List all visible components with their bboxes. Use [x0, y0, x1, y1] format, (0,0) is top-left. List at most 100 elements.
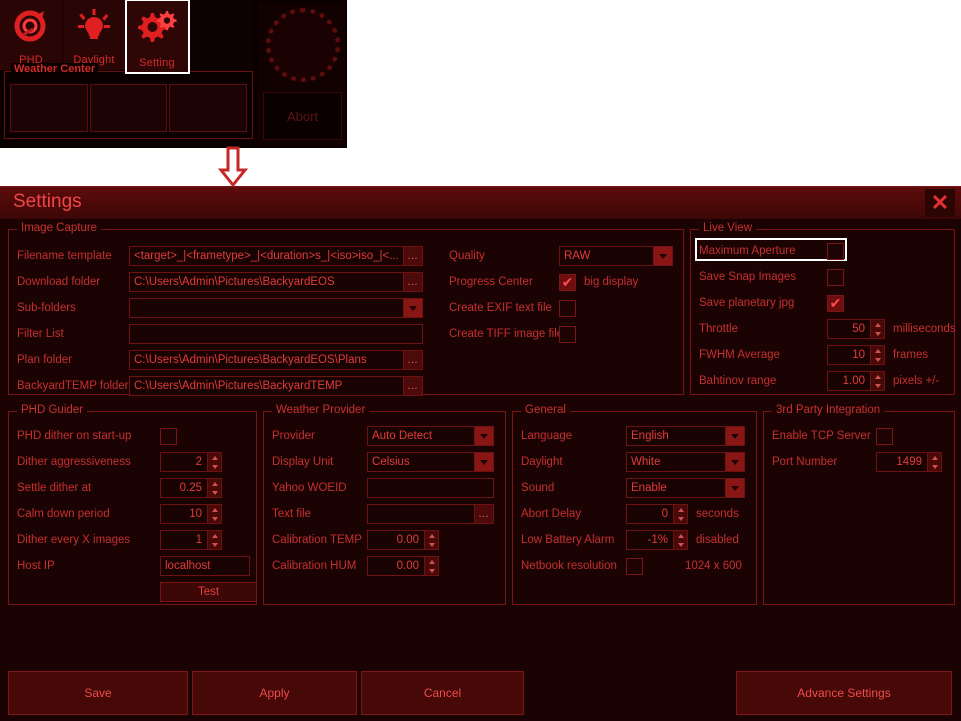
apply-button[interactable]: Apply [192, 671, 357, 715]
provider-chevron-down-icon[interactable] [475, 426, 494, 446]
toolbar-button-row: PHD Daylight Setting [0, 0, 255, 74]
save-button[interactable]: Save [8, 671, 188, 715]
row-phd-dither-startup: PHD dither on start-up [17, 426, 177, 446]
row-quality: Quality RAW [449, 246, 673, 266]
settle-dither-stepper[interactable] [208, 478, 222, 498]
phd-guiding-icon [0, 6, 62, 46]
toolbar-button-blank[interactable] [189, 0, 252, 70]
backyardtemp-folder-label: BackyardTEMP folder [17, 380, 129, 392]
settle-dither-input[interactable]: 0.25 [160, 478, 208, 498]
row-bahtinov-range: Bahtinov range 1.00 pixels +/- [699, 371, 939, 391]
netbook-resolution-label: Netbook resolution [521, 560, 617, 572]
maximum-aperture-checkbox[interactable] [827, 242, 844, 260]
focus-dial[interactable] [266, 8, 340, 82]
bahtinov-range-stepper[interactable] [871, 371, 885, 391]
netbook-resolution-checkbox[interactable] [626, 557, 643, 575]
enable-tcp-server-checkbox[interactable] [876, 427, 893, 445]
quality-chevron-down-icon[interactable] [654, 246, 673, 266]
netbook-resolution-value-label: 1024 x 600 [685, 560, 742, 572]
calibration-hum-input[interactable]: 0.00 [367, 556, 425, 576]
advance-settings-button[interactable]: Advance Settings [736, 671, 952, 715]
provider-select[interactable]: Auto Detect [367, 426, 475, 446]
plan-folder-browse-button[interactable]: … [404, 350, 423, 370]
calm-down-period-input[interactable]: 10 [160, 504, 208, 524]
text-file-browse-button[interactable]: … [475, 504, 494, 524]
filename-template-browse-button[interactable]: … [404, 246, 423, 266]
port-number-input[interactable]: 1499 [876, 452, 928, 472]
throttle-stepper[interactable] [871, 319, 885, 339]
sound-select[interactable]: Enable [626, 478, 726, 498]
settle-dither-label: Settle dither at [17, 482, 92, 494]
language-chevron-down-icon[interactable] [726, 426, 745, 446]
live-view-title: Live View [699, 222, 757, 234]
text-file-label: Text file [272, 508, 311, 520]
text-file-input[interactable] [367, 504, 475, 524]
backyardtemp-folder-browse-button[interactable]: … [404, 376, 423, 396]
dither-aggressiveness-input[interactable]: 2 [160, 452, 208, 472]
calm-down-period-stepper[interactable] [208, 504, 222, 524]
sound-chevron-down-icon[interactable] [726, 478, 745, 498]
calibration-temp-input[interactable]: 0.00 [367, 530, 425, 550]
fwhm-average-stepper[interactable] [871, 345, 885, 365]
daylight-select[interactable]: White [626, 452, 726, 472]
toolbar-button-phd[interactable]: PHD [0, 0, 63, 70]
create-tiff-checkbox[interactable] [559, 325, 576, 343]
weather-center-cell [10, 84, 88, 132]
daylight-chevron-down-icon[interactable] [726, 452, 745, 472]
throttle-label: Throttle [699, 323, 738, 335]
phd-guider-title: PHD Guider [17, 404, 87, 416]
yahoo-woeid-input[interactable] [367, 478, 494, 498]
dither-every-x-stepper[interactable] [208, 530, 222, 550]
fwhm-average-input[interactable]: 10 [827, 345, 871, 365]
port-number-stepper[interactable] [928, 452, 942, 472]
toolbar-button-setting[interactable]: Setting [125, 0, 190, 74]
bahtinov-range-input[interactable]: 1.00 [827, 371, 871, 391]
calibration-hum-stepper[interactable] [425, 556, 439, 576]
row-dither-every-x: Dither every X images 1 [17, 530, 222, 550]
progress-center-checkbox[interactable]: ✔ [559, 273, 576, 291]
abort-delay-stepper[interactable] [674, 504, 688, 524]
cancel-button[interactable]: Cancel [361, 671, 524, 715]
phd-test-button[interactable]: Test [160, 582, 257, 602]
download-folder-label: Download folder [17, 276, 101, 288]
abort-button[interactable]: Abort [263, 92, 342, 140]
low-battery-alarm-input[interactable]: -1% [626, 530, 674, 550]
general-title: General [521, 404, 570, 416]
toolbar-button-daylight[interactable]: Daylight [63, 0, 126, 70]
row-abort-delay: Abort Delay 0 seconds [521, 504, 739, 524]
bahtinov-range-label: Bahtinov range [699, 375, 777, 387]
host-ip-input[interactable]: localhost [160, 556, 250, 576]
dither-every-x-input[interactable]: 1 [160, 530, 208, 550]
low-battery-alarm-stepper[interactable] [674, 530, 688, 550]
language-select[interactable]: English [626, 426, 726, 446]
close-icon[interactable]: ✕ [925, 189, 955, 217]
save-planetary-jpg-checkbox[interactable]: ✔ [827, 294, 844, 312]
download-folder-input[interactable]: C:\Users\Admin\Pictures\BackyardEOS [129, 272, 404, 292]
plan-folder-label: Plan folder [17, 354, 72, 366]
row-dither-aggressiveness: Dither aggressiveness 2 [17, 452, 222, 472]
row-sound: Sound Enable [521, 478, 745, 498]
create-exif-checkbox[interactable] [559, 299, 576, 317]
download-folder-browse-button[interactable]: … [404, 272, 423, 292]
filename-template-input[interactable]: <target>_|<frametype>_|<duration>s_|<iso… [129, 246, 404, 266]
save-snap-images-checkbox[interactable] [827, 268, 844, 286]
throttle-input[interactable]: 50 [827, 319, 871, 339]
throttle-unit-label: milliseconds [893, 323, 956, 335]
sub-folders-chevron-down-icon[interactable] [404, 298, 423, 318]
row-filename-template: Filename template <target>_|<frametype>_… [17, 246, 437, 266]
app-toolbar-strip: PHD Daylight Setting Weather Center Abor… [0, 0, 347, 148]
abort-delay-input[interactable]: 0 [626, 504, 674, 524]
backyardtemp-folder-input[interactable]: C:\Users\Admin\Pictures\BackyardTEMP [129, 376, 404, 396]
display-unit-select[interactable]: Celsius [367, 452, 475, 472]
display-unit-chevron-down-icon[interactable] [475, 452, 494, 472]
plan-folder-input[interactable]: C:\Users\Admin\Pictures\BackyardEOS\Plan… [129, 350, 404, 370]
dither-aggressiveness-stepper[interactable] [208, 452, 222, 472]
filter-list-input[interactable] [129, 324, 423, 344]
sub-folders-input[interactable] [129, 298, 404, 318]
calibration-temp-stepper[interactable] [425, 530, 439, 550]
quality-select[interactable]: RAW [559, 246, 654, 266]
phd-dither-startup-checkbox[interactable] [160, 427, 177, 445]
row-filter-list: Filter List [17, 324, 437, 344]
down-arrow-icon [217, 146, 249, 188]
third-party-integration-group: 3rd Party Integration Enable TCP Server … [763, 404, 955, 605]
